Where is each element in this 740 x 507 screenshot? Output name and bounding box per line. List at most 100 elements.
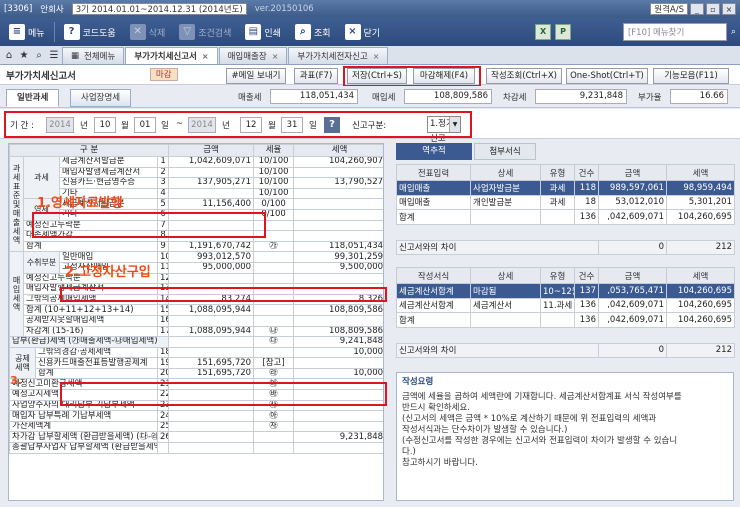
tab-close-icon[interactable]: × (272, 52, 279, 61)
amount-cell[interactable]: 1,088,095,944 (168, 304, 255, 316)
tax-cell[interactable]: 104,260,907 (293, 156, 383, 168)
tab-business-details[interactable]: 사업장명세 (70, 89, 132, 107)
amount-cell[interactable]: 83,274 (168, 293, 255, 306)
amount-cell[interactable]: 95,000,000 (168, 261, 255, 274)
minimize-icon[interactable]: _ (690, 3, 704, 15)
table-row[interactable]: 합계 136,042,609,071 104,260,695 (396, 209, 735, 225)
tax-base-button[interactable]: 과표(F7) (294, 68, 338, 84)
amount-cell[interactable] (168, 346, 255, 359)
delete-button[interactable]: ✕ 삭제 (125, 22, 171, 42)
amount-cell[interactable] (168, 431, 255, 444)
function-menu-button[interactable]: 기능모음(F11) (653, 68, 729, 84)
tax-cell[interactable]: 108,809,586 (293, 304, 383, 316)
tax-cell[interactable]: 118,051,434 (293, 240, 383, 253)
to-day-field[interactable]: 31 (281, 117, 303, 133)
tax-cell[interactable]: 9,500,000 (293, 261, 383, 274)
create-query-button[interactable]: 작성조회(Ctrl+X) (486, 68, 562, 84)
menu-button[interactable]: ≡ 메뉴 (4, 22, 50, 42)
amount-cell[interactable] (168, 378, 255, 391)
unclose-button[interactable]: 마감해제(F4) (413, 68, 475, 84)
close-button[interactable]: × 닫기 (340, 22, 386, 42)
amount-cell[interactable] (168, 283, 255, 295)
amount-cell[interactable]: 11,156,400 (168, 198, 255, 210)
tab-vat-return[interactable]: 부가가치세신고서 × (125, 47, 218, 64)
from-month-field[interactable]: 10 (94, 117, 116, 133)
list-icon[interactable]: ☰ (47, 48, 61, 64)
tax-cell[interactable]: 10,000 (293, 367, 383, 380)
tax-cell[interactable] (293, 187, 383, 200)
one-shot-button[interactable]: One-Shot(Ctrl+T) (566, 68, 648, 84)
tax-cell[interactable] (293, 389, 383, 401)
table-row[interactable]: 매입매출 개인발급분 과세 18 53,012,010 5,301,201 (396, 194, 735, 210)
tax-cell[interactable]: 108,809,586 (293, 325, 383, 338)
tab-close-icon[interactable]: × (202, 52, 209, 61)
close-window-icon[interactable]: × (722, 3, 736, 15)
tax-cell[interactable]: 9,231,848 (293, 431, 383, 444)
amount-cell[interactable]: 151,695,720 (168, 367, 255, 380)
tab-all-menu[interactable]: ▦ 전체메뉴 (62, 47, 125, 64)
tax-cell[interactable] (293, 314, 383, 327)
tax-cell[interactable] (293, 399, 383, 412)
amount-cell[interactable] (168, 442, 255, 454)
home-icon[interactable]: ⌂ (2, 48, 16, 64)
amount-cell[interactable] (168, 208, 255, 221)
tax-cell[interactable] (293, 378, 383, 391)
table-row[interactable]: 세금계산서합계마감됨10~12월137,053,765,471104,260,6… (396, 283, 735, 299)
amount-cell[interactable] (168, 272, 255, 285)
tab-vat-e-filing[interactable]: 부가가치세전자신고 × (288, 47, 389, 64)
fiscal-period-selector[interactable]: 3기 2014.01.01~2014.12.31 (2014년도) (71, 3, 247, 15)
tab-general-taxation[interactable]: 일반과세 (6, 89, 60, 107)
amount-cell[interactable]: 993,012,570 (168, 251, 255, 263)
amount-cell[interactable] (168, 314, 255, 327)
tax-cell[interactable] (293, 230, 383, 242)
tax-cell[interactable]: 10,000 (293, 346, 383, 359)
search-go-icon[interactable]: ⌕ (731, 27, 736, 37)
tab-close-icon[interactable]: × (373, 52, 380, 61)
tax-cell[interactable] (293, 420, 383, 433)
amount-cell[interactable] (168, 399, 255, 412)
tax-cell[interactable] (293, 219, 383, 232)
amount-cell[interactable] (168, 389, 255, 401)
print-button[interactable]: ▤ 인쇄 (240, 22, 286, 42)
find-icon[interactable]: ⌕ (32, 48, 46, 64)
amount-cell[interactable] (168, 166, 255, 179)
pdf-icon[interactable]: P (555, 24, 572, 40)
tax-cell[interactable] (293, 357, 383, 369)
amount-cell[interactable]: 137,905,271 (168, 177, 255, 189)
tax-cell[interactable]: 99,301,259 (293, 251, 383, 263)
tab-backtrace[interactable]: 역추적 (396, 143, 472, 160)
tax-cell[interactable] (293, 442, 383, 454)
excel-icon[interactable]: X (535, 24, 552, 40)
amount-cell[interactable] (168, 219, 255, 232)
condition-search-button[interactable]: ▽ 조건검색 (174, 22, 236, 42)
help-question-icon[interactable]: ? (324, 117, 340, 133)
table-row[interactable]: 합계 136,042,609,071 104,260,695 (396, 312, 735, 328)
table-row[interactable]: 매입매출 사업자발급분 과세 118 989,597,061 98,959,494 (396, 180, 735, 196)
amount-cell[interactable]: 1,042,609,071 (168, 156, 255, 168)
tax-cell[interactable] (293, 198, 383, 210)
amount-cell[interactable]: 1,088,095,944 (168, 325, 255, 338)
save-button[interactable]: 저장(Ctrl+S) (347, 68, 407, 84)
tab-attachments[interactable]: 첨부서식 (474, 143, 536, 160)
tax-cell[interactable] (293, 272, 383, 285)
tax-cell[interactable]: 9,241,848 (293, 336, 383, 348)
search-button[interactable]: ⌕ 조회 (290, 22, 336, 42)
tax-cell[interactable] (293, 166, 383, 179)
amount-cell[interactable]: 1,191,670,742 (168, 240, 255, 253)
amount-cell[interactable] (168, 410, 255, 422)
to-month-field[interactable]: 12 (240, 117, 262, 133)
restore-icon[interactable]: ▫ (706, 3, 720, 15)
tax-cell[interactable] (293, 410, 383, 422)
menu-search-input[interactable]: [F10] 메뉴찾기 (622, 23, 727, 41)
code-help-button[interactable]: ? 코드도움 (59, 22, 121, 42)
table-row[interactable]: 세금계산서합계 세금계산서 11.과세 136,042,609,071 104,260,… (396, 297, 735, 313)
from-day-field[interactable]: 01 (134, 117, 156, 133)
tax-cell[interactable] (293, 208, 383, 221)
amount-cell[interactable]: 151,695,720 (168, 357, 255, 369)
tax-cell[interactable]: 13,790,527 (293, 177, 383, 189)
tab-sales-purchase-ledger[interactable]: 매입매출장 × (218, 47, 288, 64)
tax-cell[interactable]: 8,326 (293, 293, 383, 306)
amount-cell[interactable] (168, 187, 255, 200)
favorite-icon[interactable]: ★ (17, 48, 31, 64)
amount-cell[interactable] (168, 420, 255, 433)
